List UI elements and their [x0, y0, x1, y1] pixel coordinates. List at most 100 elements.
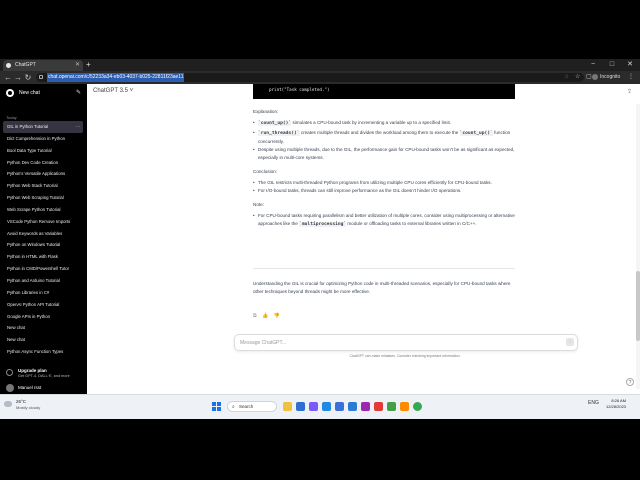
incognito-icon: [592, 73, 598, 80]
mail-icon[interactable]: [296, 402, 305, 411]
upgrade-subtitle: Get GPT-4, DALL·E, and more: [18, 374, 70, 378]
message-composer: ↑: [234, 334, 578, 351]
file-explorer-icon[interactable]: [283, 402, 292, 411]
teams-icon[interactable]: [309, 402, 318, 411]
url-text[interactable]: chat.openai.com/c/52233a34-eb03-4037-b02…: [47, 73, 185, 82]
scrollbar-thumb[interactable]: [636, 271, 640, 341]
taskbar-search[interactable]: ⌕ Search: [227, 401, 277, 412]
code-line: print("Task completed."): [269, 87, 330, 92]
message-input[interactable]: [240, 335, 560, 350]
minimize-button[interactable]: −: [584, 59, 602, 71]
vscode-icon[interactable]: [348, 402, 357, 411]
sidebar-item-gil-in-python[interactable]: GIL in Python Tutorial ⋯: [3, 121, 83, 133]
incognito-label: Incognito: [600, 74, 621, 80]
history-item[interactable]: New chat: [3, 334, 83, 346]
note-text: module or offloading tasks to external l…: [346, 221, 477, 227]
close-window-button[interactable]: ✕: [621, 59, 639, 71]
incognito-indicator[interactable]: Incognito: [592, 73, 620, 82]
extensions-icon[interactable]: ▢: [586, 73, 592, 82]
tab-title: ChatGPT: [15, 62, 36, 68]
chrome-icon[interactable]: [413, 402, 422, 411]
search-icon: ⌕: [232, 404, 235, 410]
history-item[interactable]: Dict Comprehension in Python: [3, 133, 83, 145]
user-name: Manuel rsst: [18, 385, 42, 390]
section-label-today: Today: [6, 115, 17, 120]
help-button[interactable]: ?: [626, 378, 634, 386]
history-item[interactable]: Web Scrape Python Tutorial: [3, 204, 83, 216]
menu-icon[interactable]: ⋮: [628, 73, 634, 82]
history-item[interactable]: Google APIs in Python: [3, 311, 83, 323]
model-selector[interactable]: ChatGPT 3.5 ˅: [93, 88, 133, 94]
weather-temp: 26°C: [16, 399, 27, 404]
explanation-text: simulates a CPU-bound task by incrementi…: [291, 120, 452, 126]
message-actions[interactable]: ⧉ 👍 👎: [253, 313, 282, 319]
language-indicator[interactable]: ENG: [588, 400, 599, 406]
history-item-label: GIL in Python Tutorial: [7, 124, 49, 129]
screen: ChatGPT ✕ + − □ ✕ ← → ↻ chat.openai.com/…: [0, 59, 640, 419]
app-icon[interactable]: [387, 402, 396, 411]
app-icon[interactable]: [400, 402, 409, 411]
inline-code: `multiprocessing`: [299, 222, 347, 228]
cloud-icon: [4, 401, 12, 407]
history-item[interactable]: Python's Versatile Applications: [3, 168, 83, 180]
edge-icon[interactable]: [322, 402, 331, 411]
address-bar[interactable]: chat.openai.com/c/52233a34-eb03-4037-b02…: [36, 73, 584, 82]
inline-code: `count_up()`: [258, 121, 292, 127]
new-chat-button[interactable]: New chat ✎: [6, 88, 81, 100]
taskbar: 26°C Mostly cloudy ⌕ Search ENG 8:26 AM …: [0, 394, 640, 419]
openai-logo-icon: [6, 89, 14, 97]
history-item[interactable]: VSCode Python Remove Imports: [3, 216, 83, 228]
new-chat-label: New chat: [19, 90, 40, 96]
history-item[interactable]: Python on Windows Tutorial: [3, 239, 83, 251]
history-item[interactable]: Python in CMD/Powershell Tutor: [3, 263, 83, 275]
reload-icon[interactable]: ↻: [23, 72, 33, 83]
history-item[interactable]: Avoid Keywords as Variables: [3, 228, 83, 240]
send-button[interactable]: ↑: [566, 338, 574, 346]
code-block: print("Task completed."): [253, 84, 515, 99]
history-item[interactable]: Python Dev Code Creation: [3, 157, 83, 169]
history-item[interactable]: Python Web Stack Tutorial: [3, 180, 83, 192]
clock[interactable]: 8:26 AM 12/28/2023: [606, 398, 626, 409]
browser-tab-bar: ChatGPT ✕ + − □ ✕: [0, 59, 640, 71]
explanation-item: `run_threads()` creates multiple threads…: [253, 129, 515, 147]
app-icon[interactable]: [361, 402, 370, 411]
close-tab-icon[interactable]: ✕: [75, 60, 80, 71]
new-tab-button[interactable]: +: [86, 60, 91, 70]
browser-toolbar: ← → ↻ chat.openai.com/c/52233a34-eb03-40…: [0, 71, 640, 84]
note-item: For CPU-bound tasks requiring parallelis…: [253, 212, 515, 230]
history-item[interactable]: Python Async Function Types: [3, 346, 83, 358]
maximize-button[interactable]: □: [603, 59, 621, 71]
inline-code: `run_threads()`: [258, 130, 300, 136]
history-item[interactable]: OpenAI Python API Tutorial: [3, 299, 83, 311]
back-icon[interactable]: ←: [3, 72, 13, 83]
history-item[interactable]: Python Web Scraping Tutorial: [3, 192, 83, 204]
clock-time: 8:26 AM: [611, 398, 627, 403]
clock-date: 12/28/2023: [606, 404, 627, 409]
conclusion-item: The GIL restricts multi-threaded Python …: [253, 179, 515, 188]
history-item[interactable]: Python and Arduino Tutorial: [3, 275, 83, 287]
star-icon[interactable]: ☆: [575, 73, 580, 82]
sidebar: New chat ✎ Today GIL in Python Tutorial …: [0, 84, 87, 394]
note-heading: Note:: [253, 201, 264, 207]
history-item[interactable]: Bool Data Type Tutorial: [3, 145, 83, 157]
assistant-message: Explanation: `count_up()` simulates a CP…: [253, 108, 515, 230]
eye-off-icon[interactable]: ◌: [565, 73, 569, 82]
edit-icon[interactable]: ✎: [76, 88, 81, 98]
forward-icon[interactable]: →: [13, 72, 23, 83]
history-item[interactable]: Python in HTML with Flask: [3, 251, 83, 263]
share-icon[interactable]: ⇪: [627, 88, 632, 95]
explanation-item: Despite using multiple threads, due to t…: [253, 146, 515, 163]
history-item[interactable]: New chat: [3, 322, 83, 334]
summary-paragraph: Understanding the GIL is crucial for opt…: [253, 281, 511, 295]
browser-tab[interactable]: ChatGPT ✕: [3, 60, 83, 71]
start-button[interactable]: [212, 402, 221, 411]
more-options-icon[interactable]: ⋯: [76, 121, 80, 133]
chat-history-list: GIL in Python Tutorial ⋯ Dict Comprehens…: [3, 121, 83, 358]
lock-icon[interactable]: [39, 75, 43, 79]
history-item[interactable]: Python Libraries in C#: [3, 287, 83, 299]
app-icon[interactable]: [374, 402, 383, 411]
inline-code: `count_up()`: [459, 130, 493, 136]
store-icon[interactable]: [335, 402, 344, 411]
scrollbar[interactable]: [636, 104, 640, 389]
conclusion-item: For I/O-bound tasks, threads can still i…: [253, 187, 515, 196]
